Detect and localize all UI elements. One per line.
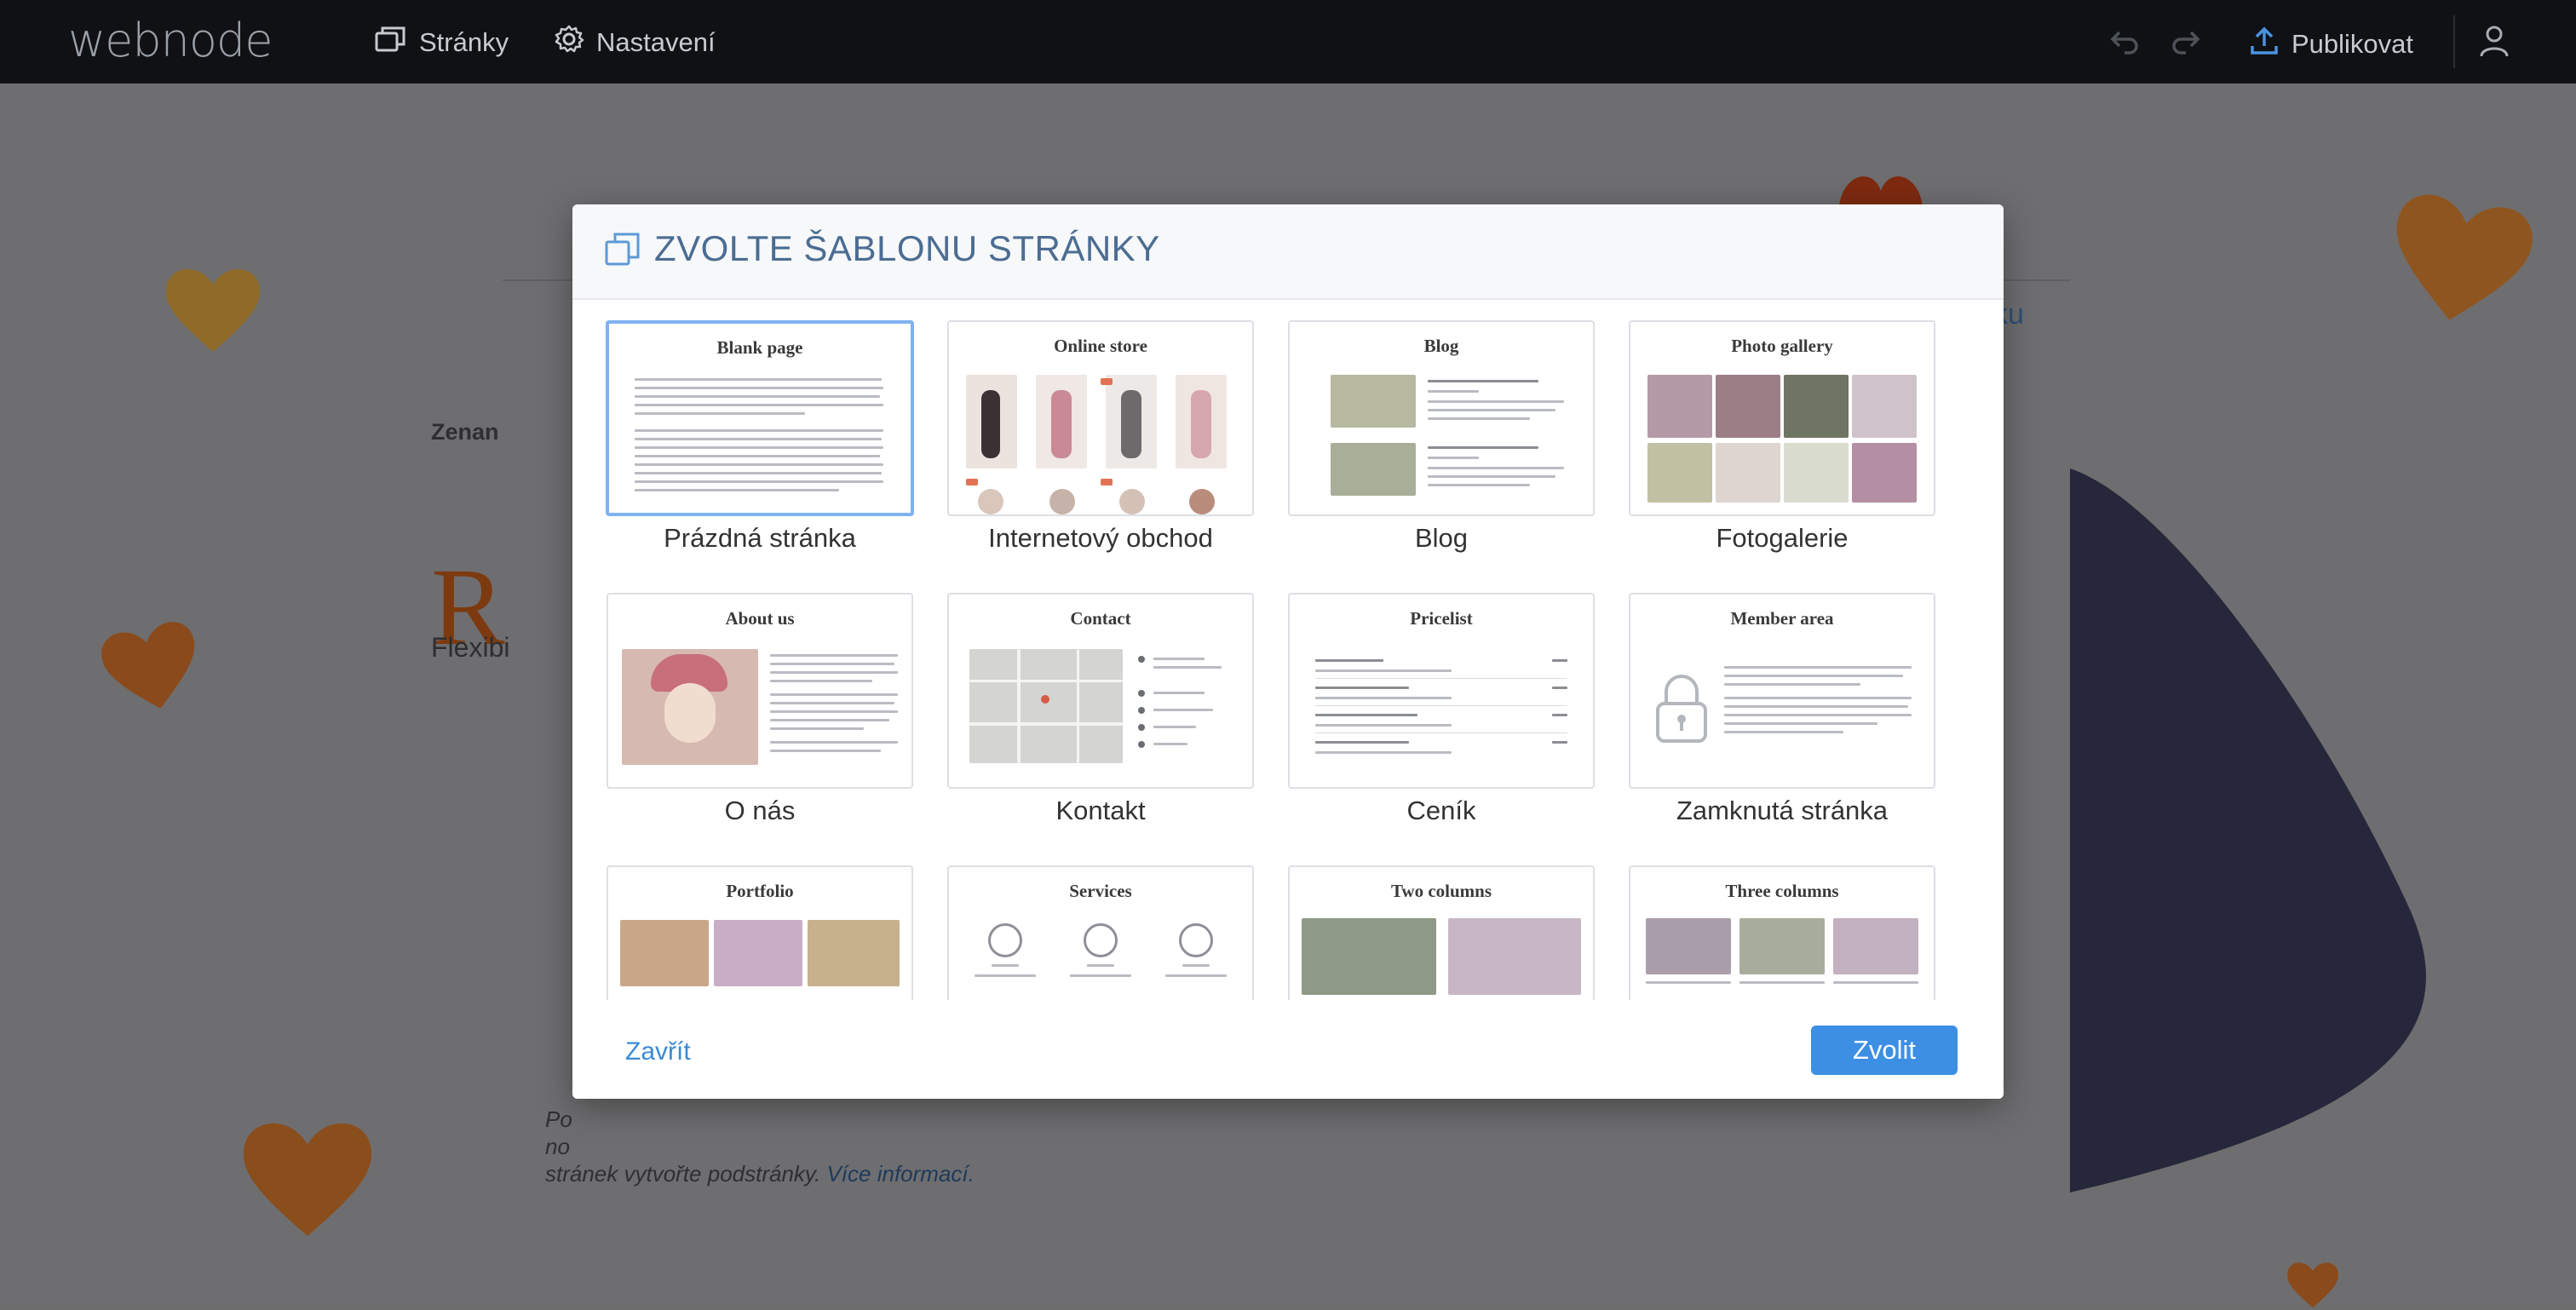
template-card-contact[interactable]: Contact Kontakt (947, 593, 1254, 826)
template-label: Internetový obchod (988, 523, 1213, 553)
template-thumbnail: Member area (1629, 593, 1935, 789)
user-account-button[interactable] (2477, 24, 2511, 62)
nav-settings[interactable]: Nastavení (554, 24, 716, 61)
template-thumbnail: About us (607, 593, 913, 789)
dark-shape-decoration (2070, 468, 2426, 1192)
topbar-divider (2453, 15, 2455, 68)
close-button[interactable]: Zavřít (625, 1037, 691, 1066)
heart-decoration (2286, 1262, 2339, 1308)
thumbnail-title: Blog (1423, 336, 1459, 356)
template-thumbnail: Portfolio (607, 865, 913, 1000)
template-card-member-area[interactable]: Member area Zamknutá stránka (1629, 593, 1935, 826)
template-thumbnail: Online store (947, 320, 1254, 516)
template-card-blog[interactable]: Blog Blog (1288, 320, 1595, 554)
bg-footer-note: Po no stránek vytvořte podstránky. Více … (545, 1106, 988, 1187)
nav-pages-label: Stránky (419, 27, 509, 57)
template-label: Ceník (1406, 796, 1476, 825)
pages-icon (375, 26, 419, 60)
bg-footer-link[interactable]: Více informací. (826, 1161, 974, 1186)
template-card-services[interactable]: Services (947, 865, 1254, 1000)
template-thumbnail: Pricelist (1288, 593, 1595, 789)
dialog-footer: Zavřít Zvolit (572, 1000, 2004, 1099)
dialog-header: ZVOLTE ŠABLONU STRÁNKY (572, 204, 2004, 300)
nav-settings-label: Nastavení (596, 27, 716, 57)
top-bar: webnode Stránky Nastavení Publikovat (0, 0, 2576, 83)
heart-decoration (243, 1123, 372, 1237)
lock-icon (1654, 671, 1709, 749)
template-thumbnail: Services (947, 865, 1254, 1000)
template-thumbnail: Three columns (1629, 865, 1935, 1000)
thumbnail-title: Member area (1730, 608, 1834, 629)
publish-button[interactable]: Publikovat (2249, 26, 2413, 63)
template-thumbnail: Blank page (606, 320, 914, 516)
upload-icon (2249, 26, 2291, 63)
bg-heading-small: Zenan (431, 419, 499, 445)
thumbnail-title: Photo gallery (1731, 336, 1833, 356)
template-thumbnail: Photo gallery (1629, 320, 1935, 516)
heart-decoration (165, 268, 261, 352)
redo-icon (2169, 31, 2203, 61)
template-label: O nás (724, 796, 796, 825)
thumbnail-title: Three columns (1725, 881, 1839, 901)
webnode-logo[interactable]: webnode (68, 14, 273, 67)
template-card-about-us[interactable]: About us O nás (607, 593, 913, 826)
template-card-online-store[interactable]: Online store Internetový obchod (947, 320, 1254, 554)
template-thumbnail: Two columns (1288, 865, 1595, 1000)
template-card-three-columns[interactable]: Three columns (1629, 865, 1935, 1000)
nav-pages[interactable]: Stránky (375, 26, 509, 60)
redo-button[interactable] (2169, 24, 2203, 62)
undo-button[interactable] (2107, 24, 2142, 62)
thumbnail-title: Online store (1054, 336, 1147, 356)
template-thumbnail: Contact (947, 593, 1254, 789)
thumbnail-title: Pricelist (1410, 608, 1473, 629)
template-card-two-columns[interactable]: Two columns (1288, 865, 1595, 1000)
template-label: Fotogalerie (1716, 523, 1849, 553)
choose-button[interactable]: Zvolit (1811, 1026, 1958, 1075)
template-thumbnail: Blog (1288, 320, 1595, 516)
publish-label: Publikovat (2291, 29, 2414, 59)
template-card-photo-gallery[interactable]: Photo gallery Fotogalerie (1629, 320, 1935, 554)
template-card-pricelist[interactable]: Pricelist Ceník (1288, 593, 1595, 826)
template-label: Prázdná stránka (664, 523, 856, 553)
template-label: Blog (1414, 523, 1469, 553)
heart-decoration (101, 622, 195, 709)
bg-body-text: Flexibi (431, 632, 510, 663)
template-card-portfolio[interactable]: Portfolio (607, 865, 913, 1000)
pages-icon (605, 232, 641, 272)
template-grid[interactable]: Blank page Prázdná stránka Online store (572, 300, 2004, 1000)
thumbnail-title: Two columns (1390, 881, 1492, 901)
thumbnail-title: Services (1069, 881, 1132, 901)
thumbnail-title: About us (725, 608, 795, 629)
dialog-title: ZVOLTE ŠABLONU STRÁNKY (654, 228, 1160, 268)
thumbnail-title: Contact (1070, 608, 1131, 629)
thumbnail-title: Portfolio (726, 881, 794, 901)
user-icon (2477, 26, 2511, 61)
bg-footer-text: Po no stránek vytvořte podstránky. (545, 1106, 821, 1186)
template-label: Kontakt (1055, 796, 1146, 825)
heart-decoration (2396, 194, 2533, 320)
gear-icon (554, 24, 596, 61)
template-label: Zamknutá stránka (1676, 796, 1889, 825)
template-card-blank[interactable]: Blank page Prázdná stránka (606, 320, 914, 554)
undo-icon (2107, 31, 2142, 61)
thumbnail-title: Blank page (716, 337, 803, 358)
template-picker-dialog: ZVOLTE ŠABLONU STRÁNKY Blank page Prázdn… (572, 204, 2004, 1099)
